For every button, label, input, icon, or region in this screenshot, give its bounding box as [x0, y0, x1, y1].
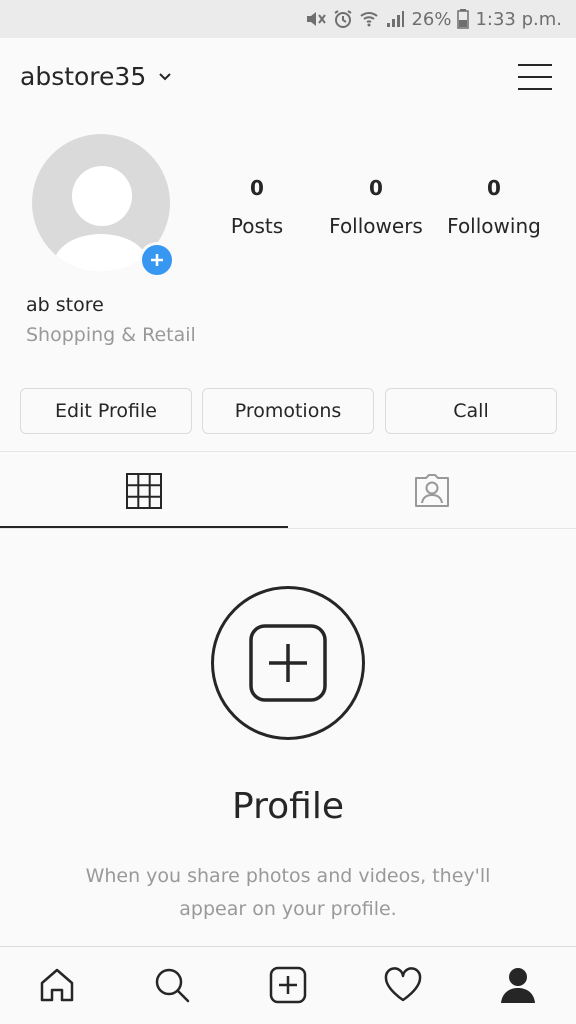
call-button[interactable]: Call — [385, 388, 557, 434]
tagged-icon — [415, 473, 449, 507]
promotions-button[interactable]: Promotions — [202, 388, 374, 434]
tab-tagged[interactable] — [288, 452, 576, 529]
chevron-down-icon — [159, 72, 171, 80]
following-count: 0 — [487, 176, 501, 200]
following-label: Following — [447, 214, 541, 238]
menu-button[interactable] — [518, 62, 552, 92]
display-name: ab store — [26, 294, 104, 316]
battery-icon — [457, 9, 470, 29]
followers-label: Followers — [329, 214, 423, 238]
following-stat[interactable]: 0 Following — [434, 176, 554, 238]
empty-state-message-line1: When you share photos and videos, they'l… — [85, 865, 491, 887]
add-post-empty-button[interactable] — [211, 586, 365, 740]
edit-profile-button[interactable]: Edit Profile — [20, 388, 192, 434]
alarm-icon — [334, 10, 352, 28]
hamburger-icon-line — [518, 64, 552, 66]
status-bar: 26% 1:33 p.m. — [0, 0, 576, 38]
tab-grid[interactable] — [0, 452, 288, 529]
empty-state-title: Profile — [232, 786, 344, 827]
add-post-icon — [249, 624, 327, 702]
bottom-navigation — [0, 946, 576, 1024]
home-icon — [40, 968, 74, 1002]
active-tab-indicator — [0, 526, 288, 528]
nav-home[interactable] — [37, 965, 77, 1005]
followers-stat[interactable]: 0 Followers — [316, 176, 436, 238]
hamburger-icon-line — [518, 88, 552, 90]
search-icon — [155, 968, 190, 1003]
empty-state-message-line2: appear on your profile. — [179, 898, 397, 920]
activity-heart-icon — [384, 967, 422, 1002]
nav-add-post[interactable] — [268, 965, 308, 1005]
avatar-placeholder-body — [54, 234, 148, 272]
profile-icon — [501, 968, 535, 1003]
add-story-button[interactable] — [139, 242, 175, 278]
username-label: abstore35 — [20, 62, 147, 91]
wifi-icon — [360, 12, 379, 27]
avatar-placeholder-head — [72, 166, 132, 226]
empty-state-message: When you share photos and videos, they'l… — [78, 860, 498, 926]
nav-search[interactable] — [152, 965, 192, 1005]
posts-count: 0 — [250, 176, 264, 200]
posts-stat[interactable]: 0 Posts — [197, 176, 317, 238]
app-bar: abstore35 — [0, 38, 576, 118]
add-post-icon — [269, 966, 307, 1004]
followers-count: 0 — [369, 176, 383, 200]
nav-activity[interactable] — [383, 965, 423, 1005]
grid-icon — [126, 472, 162, 509]
nav-profile[interactable] — [498, 965, 538, 1005]
mute-icon — [307, 12, 327, 26]
plus-icon — [151, 254, 163, 266]
posts-label: Posts — [230, 214, 284, 238]
hamburger-icon-line — [518, 76, 552, 78]
account-switcher[interactable]: abstore35 — [20, 62, 172, 91]
profile-tabs — [0, 451, 576, 529]
signal-icon — [387, 11, 405, 27]
business-category: Shopping & Retail — [26, 324, 196, 346]
battery-percent: 26% — [411, 8, 452, 30]
clock-time: 1:33 p.m. — [475, 8, 562, 30]
